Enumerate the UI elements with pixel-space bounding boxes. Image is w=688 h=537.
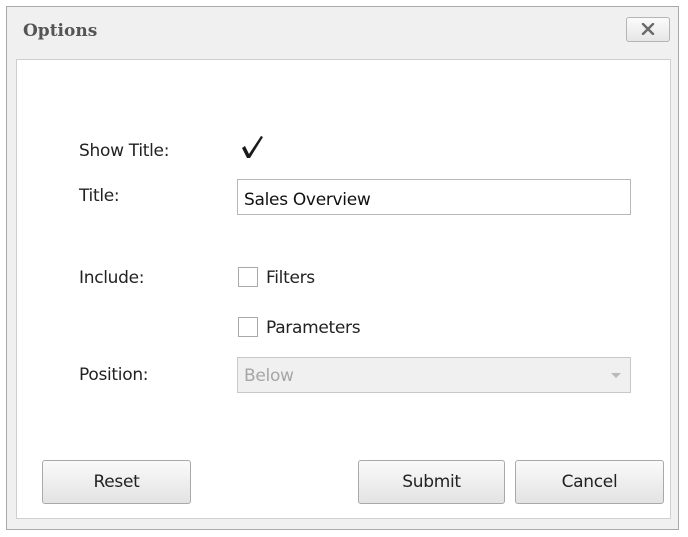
title-label: Title: xyxy=(79,186,120,206)
position-label: Position: xyxy=(79,365,149,385)
close-icon xyxy=(641,20,655,39)
close-button[interactable] xyxy=(626,17,670,42)
cancel-button[interactable]: Cancel xyxy=(515,460,664,504)
dialog-titlebar: Options xyxy=(7,7,678,57)
show-title-checkbox[interactable] xyxy=(239,134,265,160)
checkmark-icon xyxy=(239,136,265,164)
parameters-checkbox-label[interactable]: Parameters xyxy=(266,318,361,338)
options-dialog: Options Show Title: Title: Include: Filt… xyxy=(6,6,679,530)
filters-checkbox[interactable] xyxy=(238,267,258,287)
position-select[interactable]: Below xyxy=(237,357,631,393)
submit-button[interactable]: Submit xyxy=(358,460,505,504)
show-title-label: Show Title: xyxy=(79,141,170,161)
dialog-title: Options xyxy=(23,21,98,41)
title-input[interactable] xyxy=(237,179,631,215)
reset-button[interactable]: Reset xyxy=(42,460,191,504)
chevron-down-icon xyxy=(611,373,621,378)
dialog-body: Show Title: Title: Include: Filters Para… xyxy=(16,59,671,519)
position-select-value: Below xyxy=(244,366,294,386)
parameters-checkbox[interactable] xyxy=(238,317,258,337)
filters-checkbox-label[interactable]: Filters xyxy=(266,268,315,288)
include-label: Include: xyxy=(79,268,145,288)
